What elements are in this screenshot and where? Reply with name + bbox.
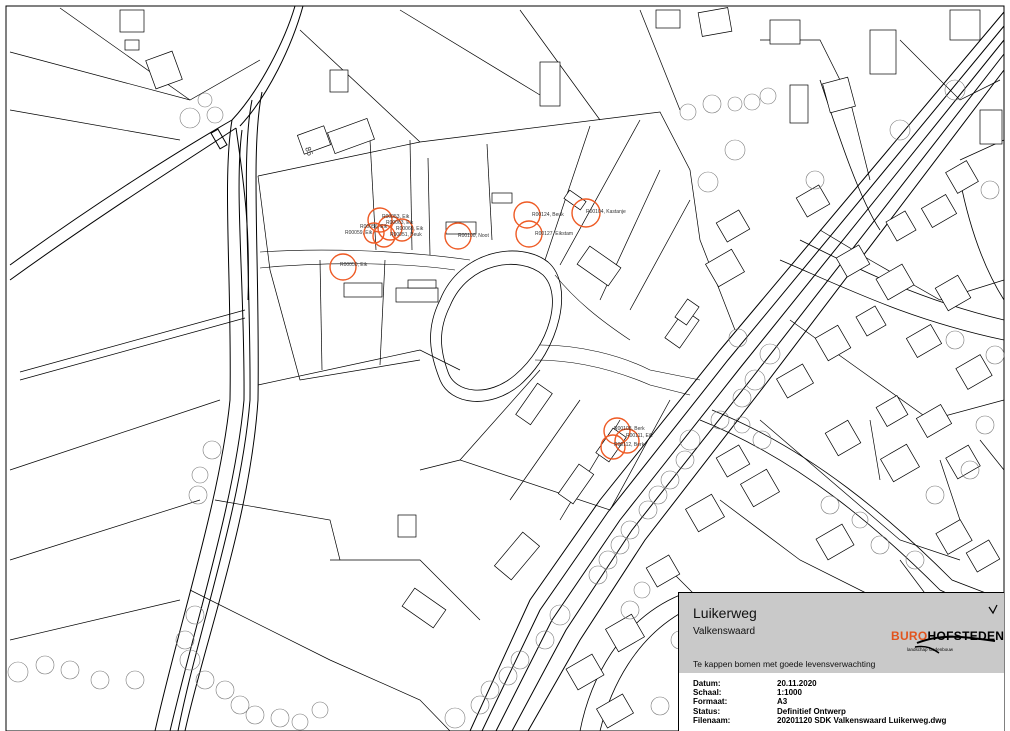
brand-name: BUROHOFSTEDEN (891, 629, 1004, 643)
cut-tree-labels: R00053, Eik R00063, Eik R00069, Eik R000… (340, 209, 653, 448)
pond (430, 250, 562, 402)
tree-label: R00124, Beuk (532, 212, 564, 218)
tree-label: R00104, Kastanje (586, 209, 626, 215)
title-block: Luikerweg Valkenswaard Te kappen bomen m… (678, 592, 1004, 731)
tree-label: R00100, Noot (458, 233, 489, 239)
field-label: Filenaam: (693, 715, 731, 725)
field-label: Datum: (693, 679, 721, 688)
field-value: Definitief Ontwerp (777, 706, 846, 716)
field-label: Formaat: (693, 697, 728, 707)
tree-label: R00111, Eik (626, 433, 653, 439)
field-row-filename: Filenaam: 20201120 SDK Valkenswaard Luike… (693, 716, 946, 725)
field-row-scale: Schaal: 1:1000 (693, 688, 946, 697)
drawing-title: Luikerweg (693, 605, 757, 621)
field-value: 20201120 SDK Valkenswaard Luikerweg.dwg (777, 715, 947, 725)
tree-label: R00050, Eik (340, 262, 368, 268)
bird-icon (988, 604, 998, 615)
field-row-date: Datum: 20.11.2020 (693, 679, 946, 688)
field-label: Status: (693, 706, 721, 716)
tree-label: R00108, Berk (614, 426, 645, 432)
title-block-fields: Datum: 20.11.2020 Schaal: 1:1000 Formaat: A… (693, 679, 946, 725)
tree-label: R00127, Eikstam (535, 231, 573, 237)
tree-label: R00056, Eik (360, 224, 388, 230)
brand-tagline: landschap stedenbouw (907, 647, 954, 652)
tree-label: R00112, Berk (614, 442, 645, 448)
field-value: 20.11.2020 (777, 679, 817, 688)
field-label: Schaal: (693, 688, 722, 698)
drawing-description: Te kappen bomen met goede levensverwacht… (693, 659, 876, 669)
tree-label: R00059, Eik (345, 230, 373, 236)
field-row-format: Formaat: A3 (693, 697, 946, 706)
brand-name-part1: BURO (891, 629, 928, 643)
drawing-subtitle: Valkenswaard (693, 626, 756, 637)
highway (9, 5, 304, 731)
map-sheet: R00053, Eik R00063, Eik R00069, Eik R000… (0, 0, 1010, 731)
tree-label: R00051, Beuk (390, 232, 422, 238)
field-row-status: Status: Definitief Ontwerp (693, 707, 946, 716)
house-number-label: 85 (303, 146, 315, 158)
field-value: 1:1000 (777, 688, 802, 698)
brand-name-part2: HOFSTEDEN (927, 629, 1005, 643)
field-value: A3 (777, 697, 788, 707)
